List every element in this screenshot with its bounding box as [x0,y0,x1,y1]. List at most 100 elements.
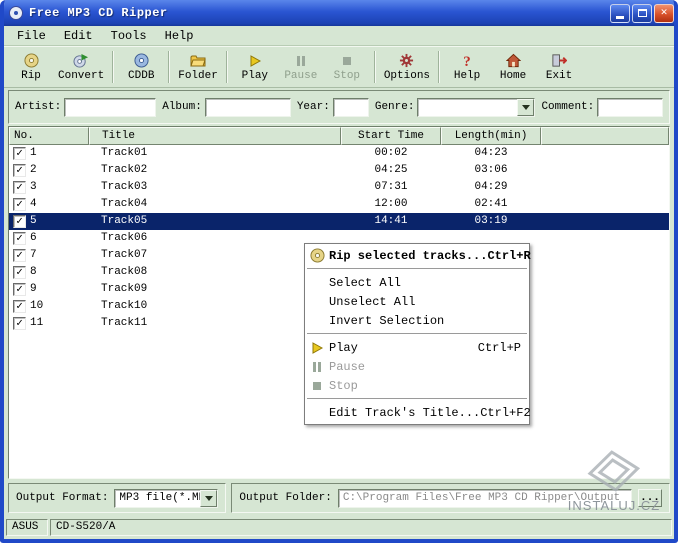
folder-button-label: Folder [178,71,218,82]
context-menu-item-unselect-all[interactable]: Unselect All [305,292,529,311]
menu-separator [307,333,527,335]
track-checkbox[interactable] [13,317,26,330]
toolbar-separator [112,51,114,83]
year-input[interactable] [333,98,369,117]
context-menu-item-label: Select All [329,276,521,290]
output-folder-panel: Output Folder: C:\Program Files\Free MP3… [231,483,670,513]
context-menu-item-stop: Stop [305,376,529,395]
track-number: 5 [30,213,37,230]
column-header-length-min[interactable]: Length(min) [441,127,541,145]
track-number-cell: 3 [9,179,89,196]
app-icon [8,5,24,21]
menu-item-file[interactable]: File [8,27,55,45]
output-format-select[interactable]: MP3 file(*.MP3) [114,489,218,508]
context-menu-item-invert-selection[interactable]: Invert Selection [305,311,529,330]
stop-button-label: Stop [334,71,360,82]
minimize-button[interactable] [610,4,630,23]
table-header: No.TitleStart TimeLength(min) [9,127,669,145]
toolbar-separator [374,51,376,83]
track-number-cell: 11 [9,315,89,332]
rip-icon [24,53,39,69]
chevron-down-icon[interactable] [200,490,217,507]
track-checkbox[interactable] [13,215,26,228]
column-header-no[interactable]: No. [9,127,89,145]
cddb-button-label: CDDB [128,71,154,82]
menu-item-help[interactable]: Help [156,27,203,45]
toolbar-separator [438,51,440,83]
context-menu-item-label: Pause [329,360,521,374]
folder-icon [190,53,206,69]
output-folder-path: C:\Program Files\Free MP3 CD Ripper\Outp… [338,489,632,508]
track-checkbox[interactable] [13,266,26,279]
play-icon [305,341,329,355]
comment-label: Comment: [541,101,594,113]
column-header-title[interactable]: Title [89,127,341,145]
rip-button[interactable]: Rip [8,48,54,86]
rip-button-label: Rip [21,71,41,82]
album-field-group: Album: [162,98,291,117]
chevron-down-icon[interactable] [517,99,534,116]
exit-button[interactable]: Exit [536,48,582,86]
pause-icon [294,53,308,69]
cddb-button[interactable]: CDDB [118,48,164,86]
close-button[interactable] [654,4,674,23]
track-number: 2 [30,162,37,179]
artist-input[interactable] [64,98,156,117]
play-button[interactable]: Play [232,48,278,86]
context-menu-item-label: Invert Selection [329,314,521,328]
table-row-track-5[interactable]: 5Track0514:4103:19 [9,213,669,230]
context-menu-item-select-all[interactable]: Select All [305,273,529,292]
menu-item-tools[interactable]: Tools [102,27,156,45]
year-label: Year: [297,101,330,113]
track-checkbox[interactable] [13,249,26,262]
track-checkbox[interactable] [13,181,26,194]
options-button[interactable]: Options [380,48,434,86]
track-length: 04:29 [441,179,541,196]
album-input[interactable] [205,98,291,117]
track-number: 1 [30,145,37,162]
maximize-button[interactable] [632,4,652,23]
track-number-cell: 9 [9,281,89,298]
context-menu-item-shortcut: Ctrl+P [478,341,529,355]
convert-button[interactable]: Convert [54,48,108,86]
options-icon [399,53,414,69]
context-menu-item-shortcut: Ctrl+R [487,249,538,263]
menu-item-edit[interactable]: Edit [55,27,102,45]
track-checkbox[interactable] [13,283,26,296]
column-header-filler [541,127,669,145]
track-checkbox[interactable] [13,232,26,245]
track-title: Track03 [89,179,341,196]
context-menu-item-rip-selected-tracks[interactable]: Rip selected tracks...Ctrl+R [305,246,529,265]
context-menu-item-edit-track-s-title[interactable]: Edit Track's Title...Ctrl+F2 [305,403,529,422]
pause-icon [305,360,329,374]
table-row-track-3[interactable]: 3Track0307:3104:29 [9,179,669,196]
context-menu-item-play[interactable]: PlayCtrl+P [305,338,529,357]
menu-separator [307,268,527,270]
output-format-panel: Output Format: MP3 file(*.MP3) [8,483,226,513]
track-checkbox[interactable] [13,147,26,160]
genre-select[interactable] [417,98,535,117]
folder-button[interactable]: Folder [174,48,222,86]
track-checkbox[interactable] [13,300,26,313]
column-header-start-time[interactable]: Start Time [341,127,441,145]
help-button-label: Help [454,71,480,82]
table-row-track-4[interactable]: 4Track0412:0002:41 [9,196,669,213]
table-row-track-1[interactable]: 1Track0100:0204:23 [9,145,669,162]
help-button[interactable]: ?Help [444,48,490,86]
convert-button-label: Convert [58,71,104,82]
window-title: Free MP3 CD Ripper [29,6,610,20]
toolbar: RipConvertCDDBFolderPlayPauseStopOptions… [4,46,674,88]
convert-icon [73,53,89,69]
context-menu-item-label: Play [329,341,478,355]
browse-button[interactable]: ... [638,489,662,507]
status-drive-model: CD-S520/A [50,519,672,536]
table-row-track-2[interactable]: 2Track0204:2503:06 [9,162,669,179]
menu-bar: FileEditToolsHelp [4,26,674,46]
comment-input[interactable] [597,98,663,117]
stop-icon [305,379,329,393]
track-checkbox[interactable] [13,164,26,177]
track-checkbox[interactable] [13,198,26,211]
home-button[interactable]: Home [490,48,536,86]
status-bar: ASUS CD-S520/A [4,517,674,539]
context-menu-item-label: Unselect All [329,295,521,309]
